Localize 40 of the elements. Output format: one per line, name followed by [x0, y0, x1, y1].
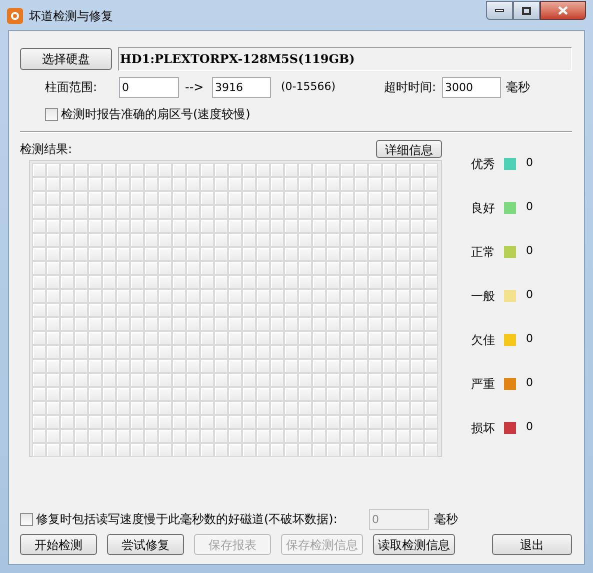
disk-info-field: HD1:PLEXTORPX-128M5S(119GB) [118, 47, 572, 71]
legend-count: 0 [526, 419, 533, 436]
legend-label: 优秀 [471, 156, 496, 172]
legend-label: 损坏 [471, 420, 496, 436]
legend-label: 欠佳 [471, 332, 496, 348]
results-label: 检测结果: [20, 141, 72, 158]
close-icon [558, 6, 568, 15]
legend-label: 严重 [471, 376, 496, 392]
legend-count: 0 [526, 155, 533, 172]
timeout-field[interactable]: 3000 [442, 76, 501, 98]
maximize-button[interactable] [513, 1, 540, 20]
range-start-field[interactable]: 0 [119, 76, 179, 98]
legend-count: 0 [526, 331, 533, 348]
legend-label: 正常 [471, 244, 496, 260]
legend-label: 一般 [471, 288, 496, 304]
details-button[interactable]: 详细信息 [376, 140, 442, 158]
action-button[interactable]: 读取检测信息 [373, 534, 455, 555]
cylinder-range-label: 柱面范围: [45, 79, 98, 96]
legend-count: 0 [526, 199, 533, 216]
close-button[interactable] [540, 1, 586, 20]
legend-count: 0 [526, 287, 533, 304]
checkbox[interactable] [45, 108, 58, 120]
action-button[interactable]: 退出 [492, 534, 572, 555]
range-hint: (0-15566) [281, 78, 337, 95]
repair-slow-label: 修复时包括读写速度慢于此毫秒数的好磁道(不破坏数据): [36, 511, 338, 528]
minimize-button[interactable] [486, 1, 513, 20]
slow-ms-unit: 毫秒 [434, 511, 458, 528]
action-button[interactable]: 尝试修复 [107, 534, 184, 555]
app-icon [7, 8, 23, 24]
legend-label: 良好 [471, 200, 496, 216]
action-button[interactable]: 开始检测 [20, 534, 97, 555]
legend-count: 0 [526, 243, 533, 260]
accurate-sector-label: 检测时报告准确的扇区号(速度较慢) [61, 106, 250, 123]
select-disk-button[interactable]: 选择硬盘 [20, 48, 112, 70]
legend-count: 0 [526, 375, 533, 392]
timeout-label: 超时时间: [384, 79, 436, 96]
range-end-field[interactable]: 3916 [212, 76, 271, 98]
window-title: 坏道检测与修复 [29, 8, 113, 24]
arrow-text: --> [185, 79, 205, 96]
timeout-unit: 毫秒 [506, 79, 530, 96]
